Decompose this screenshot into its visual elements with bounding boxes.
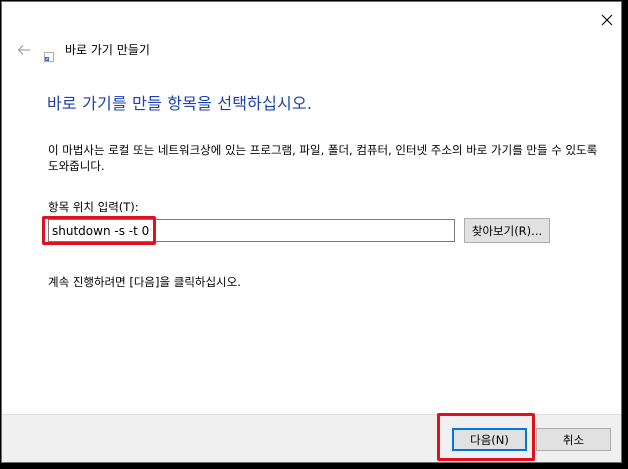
- continue-hint: 계속 진행하려면 [다음]을 클릭하십시오.: [48, 275, 241, 289]
- back-button[interactable]: [14, 40, 34, 60]
- close-icon: [601, 14, 613, 26]
- window-title: 바로 가기 만들기: [65, 43, 150, 57]
- browse-button[interactable]: 찾아보기(R)...: [464, 218, 550, 243]
- close-button[interactable]: [594, 8, 620, 32]
- wizard-heading: 바로 가기를 만들 항목을 선택하십시오.: [47, 94, 313, 113]
- create-shortcut-window: 바로 가기 만들기 바로 가기를 만들 항목을 선택하십시오. 이 마법사는 로…: [1, 1, 622, 463]
- location-input[interactable]: [48, 219, 455, 242]
- location-label: 항목 위치 입력(T):: [48, 200, 139, 214]
- footer-bar: [2, 414, 621, 462]
- shortcut-icon: [44, 47, 54, 62]
- back-arrow-icon: [17, 45, 30, 55]
- wizard-description: 이 마법사는 로컬 또는 네트워크상에 있는 프로그램, 파일, 폴더, 컴퓨터…: [48, 143, 598, 173]
- cancel-button[interactable]: 취소: [536, 428, 611, 451]
- next-button[interactable]: 다음(N): [452, 428, 527, 451]
